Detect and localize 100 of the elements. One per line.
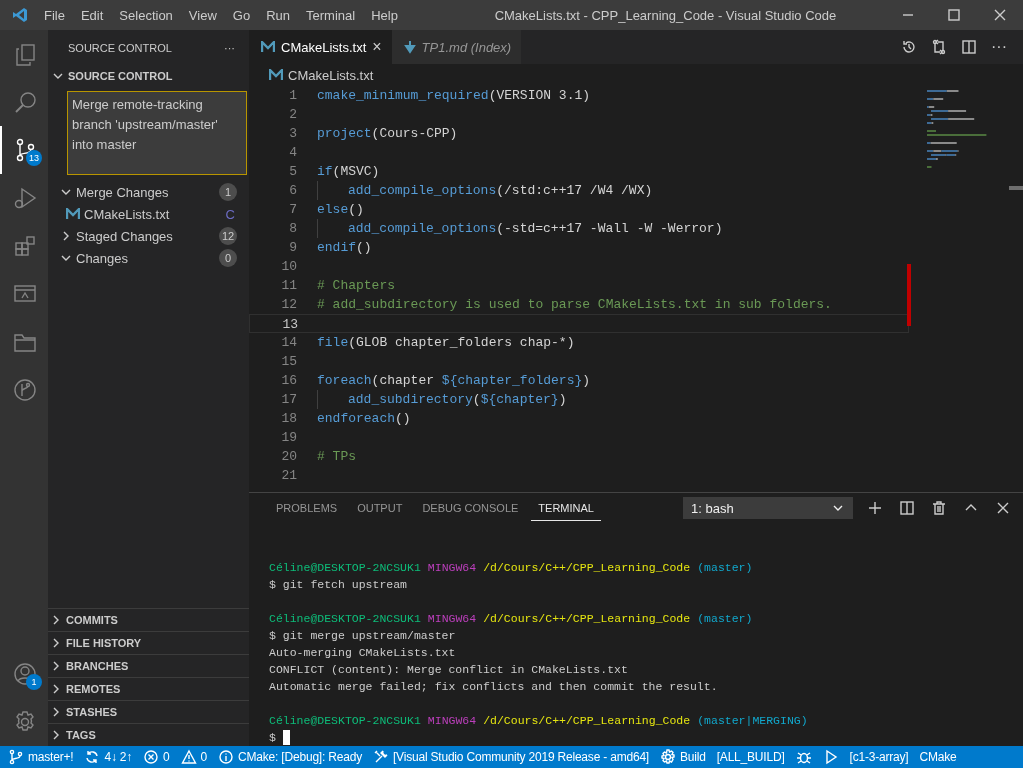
badge: 13: [26, 150, 42, 166]
files-icon[interactable]: [13, 42, 37, 66]
account-icon[interactable]: [13, 662, 37, 686]
status-item[interactable]: CMake: [Debug]: Ready: [218, 749, 362, 765]
warning-icon: [180, 749, 197, 765]
line-number: 17: [280, 391, 298, 409]
badge: 1: [26, 674, 42, 690]
code-line: # Chapters: [317, 277, 395, 295]
panel-tab[interactable]: DEBUG CONSOLE: [415, 495, 526, 521]
group-label: Changes: [76, 250, 129, 266]
panel-tab[interactable]: OUTPUT: [350, 495, 410, 521]
commit-message-field[interactable]: Merge remote-tracking branch 'upstream/master' into master: [67, 91, 247, 175]
code-line: add_subdirectory(${chapter}): [348, 391, 567, 409]
code-line: add_compile_options(-std=c++17 -Wall -W -Werror): [348, 220, 723, 238]
editor-tab[interactable]: TP1.md (Index): [391, 30, 522, 64]
scrollbar-thumb[interactable]: [1009, 186, 1023, 190]
terminal-text: MINGW64: [427, 611, 477, 627]
terminal-select[interactable]: 1: bash: [683, 497, 853, 519]
terminal-text: MINGW64: [427, 713, 477, 729]
run-debug-icon[interactable]: [13, 186, 37, 210]
file-status: C: [225, 206, 235, 222]
maximize-icon[interactable]: [946, 7, 962, 23]
close-icon[interactable]: ×: [372, 38, 382, 56]
status-item[interactable]: 0: [180, 749, 208, 765]
status-item[interactable]: [Visual Studio Community 2019 Release - amd64]: [372, 749, 649, 765]
more-actions-button[interactable]: ···: [224, 41, 235, 54]
terminal-text: Céline@DESKTOP-2NCSUK1: [269, 611, 421, 627]
trash-icon[interactable]: [931, 500, 947, 516]
tools-icon: [372, 749, 389, 765]
terminal-text: MINGW64: [427, 560, 477, 576]
git-graph-icon[interactable]: [13, 378, 37, 402]
split-terminal-icon[interactable]: [899, 500, 915, 516]
status-item[interactable]: 0: [143, 749, 170, 765]
line-number: 20: [280, 448, 298, 466]
terminal-text: (master): [697, 611, 753, 627]
section-title: TAGS: [66, 729, 96, 741]
file-name: CMakeLists.txt: [84, 206, 170, 222]
close-icon[interactable]: [992, 7, 1008, 23]
split-editor-icon[interactable]: [961, 39, 977, 55]
section-title: FILE HISTORY: [66, 637, 142, 649]
line-number: 15: [280, 353, 298, 371]
status-item[interactable]: [ALL_BUILD]: [716, 750, 785, 764]
code-line: project(Cours-CPP): [317, 125, 458, 143]
plus-icon[interactable]: [867, 500, 883, 516]
terminal-text: $ git merge upstream/master: [269, 628, 456, 644]
line-number: 6: [288, 182, 298, 200]
conflict-marker: [907, 264, 911, 326]
change-group[interactable]: Changes 0: [48, 247, 249, 269]
terminal-text: CONFLICT (content): Merge conflict in CMakeLists.txt: [269, 662, 628, 678]
menu-item[interactable]: Edit: [72, 7, 112, 23]
code-line: add_compile_options(/std:c++17 /W4 /WX): [348, 182, 653, 200]
section-title: STASHES: [66, 706, 118, 718]
more-actions-button[interactable]: ···: [991, 38, 1007, 56]
menu-item[interactable]: Run: [258, 7, 298, 23]
change-group[interactable]: Merge Changes 1: [48, 181, 249, 203]
code-line: endforeach(): [317, 410, 411, 428]
close-icon[interactable]: [995, 500, 1011, 516]
sidebar-title: SOURCE CONTROL: [68, 41, 172, 54]
code-line: endif(): [317, 239, 372, 257]
menu-item[interactable]: Terminal: [298, 7, 364, 23]
bug-icon[interactable]: [795, 749, 812, 765]
menu-item[interactable]: Help: [363, 7, 406, 23]
menu-item[interactable]: Go: [224, 7, 259, 23]
terminal-text: /d/Cours/C++/CPP_Learning_Code: [483, 560, 691, 576]
line-number: 18: [280, 410, 298, 428]
line-number: 9: [288, 239, 298, 257]
panel-tab[interactable]: TERMINAL: [531, 495, 601, 521]
compare-changes-icon[interactable]: [931, 39, 947, 55]
editor-tab[interactable]: CMakeLists.txt ×: [249, 30, 392, 64]
section-header[interactable]: SOURCE CONTROL: [48, 65, 249, 87]
terminal-text: /d/Cours/C++/CPP_Learning_Code: [483, 611, 691, 627]
terminal-text: $ git fetch upstream: [269, 577, 408, 593]
change-group[interactable]: Staged Changes 12: [48, 225, 249, 247]
code-line: # add_subdirectory is used to parse CMakeLists.txt in sub folders.: [317, 296, 832, 314]
menu-item[interactable]: Selection: [111, 7, 181, 23]
panel-tab[interactable]: PROBLEMS: [269, 495, 345, 521]
changed-file[interactable]: CMakeLists.txt C: [48, 203, 249, 225]
status-item[interactable]: 4↓ 2↑: [84, 749, 133, 765]
breadcrumb[interactable]: CMakeLists.txt: [288, 67, 374, 83]
line-number: 1: [288, 87, 298, 105]
line-number: 2: [288, 106, 298, 124]
extensions-icon[interactable]: [13, 234, 37, 258]
terminal-text: /d/Cours/C++/CPP_Learning_Code: [483, 713, 691, 729]
branch-icon: [8, 749, 24, 765]
line-number: 11: [280, 277, 298, 295]
code-line: if(MSVC): [317, 163, 380, 181]
status-item[interactable]: [c1-3-array]: [849, 750, 909, 764]
section-title: BRANCHES: [66, 660, 129, 672]
menu-item[interactable]: File: [36, 7, 73, 23]
status-item[interactable]: master+!: [8, 749, 74, 765]
code-line: foreach(chapter ${chapter_folders}): [317, 372, 591, 390]
line-number: 8: [288, 220, 298, 238]
cmake-file-icon: [261, 41, 275, 53]
section-title: SOURCE CONTROL: [68, 70, 173, 82]
status-item[interactable]: Build: [660, 749, 706, 765]
group-label: Merge Changes: [76, 184, 169, 200]
status-item[interactable]: CMake: [919, 750, 957, 764]
history-icon[interactable]: [901, 39, 917, 55]
search-icon[interactable]: [13, 90, 37, 114]
menu-item[interactable]: View: [180, 7, 225, 23]
